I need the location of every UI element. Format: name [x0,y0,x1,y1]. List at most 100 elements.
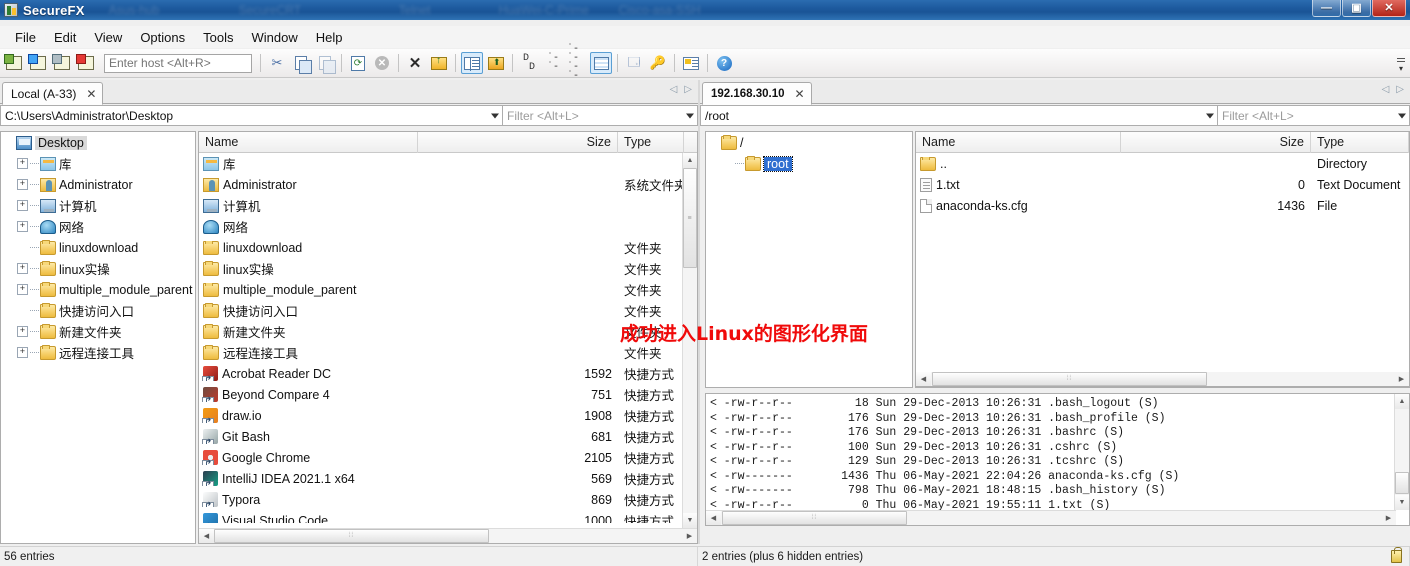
key-agent-icon[interactable]: 🔑 [647,52,669,74]
local-col-name[interactable]: Name [199,132,418,153]
file-row[interactable]: linux实操 文件夹 [199,258,684,279]
tab-remote-session[interactable]: 192.168.30.10 ✕ [702,82,812,105]
remote-tab-prev-icon[interactable]: ◁ [1382,84,1390,95]
remote-folder-tree[interactable]: / root [705,131,913,388]
toolbar-overflow-button[interactable]: ▾ [1396,53,1406,73]
file-row[interactable]: 远程连接工具 文件夹 [199,342,684,363]
transfer-queue-icon[interactable]: 🗔 [623,52,645,74]
maximize-button[interactable]: ▣ [1342,0,1371,17]
transfer-log-pane[interactable]: < -rw-r--r-- 18 Sun 29-Dec-2013 10:26:31… [705,393,1410,526]
file-row[interactable]: anaconda-ks.cfg 1436 File [916,195,1409,216]
tab-local-session[interactable]: Local (A-33) ✕ [2,82,104,105]
connect-sftp-icon[interactable] [27,52,49,74]
arrange-windows-icon[interactable] [680,52,702,74]
minimize-button[interactable]: — [1312,0,1341,17]
file-row[interactable]: IntelliJ IDEA 2021.1 x64 569 快捷方式 [199,468,684,489]
local-list-scroll-right-icon[interactable]: ▶ [682,529,697,543]
stop-transfer-icon[interactable]: ✕ [371,52,393,74]
quick-connect-icon[interactable] [3,52,25,74]
menu-item-file[interactable]: File [6,28,45,47]
file-row[interactable]: 计算机 [199,195,684,216]
file-row[interactable]: multiple_module_parent 文件夹 [199,279,684,300]
tree-node-Desktop[interactable]: Desktop [1,132,195,153]
remote-col-name[interactable]: Name [916,132,1121,153]
remote-col-size[interactable]: Size [1121,132,1311,153]
tree-expander-icon[interactable]: + [17,284,28,295]
remote-list-scroll-left-icon[interactable]: ◀ [916,372,931,386]
remote-path-chevron-down-icon[interactable] [1206,113,1214,118]
file-row[interactable]: Administrator 系统文件夹 [199,174,684,195]
tree-node-计算机[interactable]: + 计算机 [1,195,195,216]
tree-expander-icon[interactable]: + [17,347,28,358]
local-list-hscroll-thumb[interactable]: ⦙⦙ [214,529,489,543]
tree-node-新建文件夹[interactable]: + 新建文件夹 [1,321,195,342]
remote-filter-chevron-down-icon[interactable] [1398,113,1406,118]
menu-item-window[interactable]: Window [242,28,306,47]
tree-node-linuxdownload[interactable]: linuxdownload [1,237,195,258]
tab-local-close-icon[interactable]: ✕ [86,87,96,101]
file-row[interactable]: .. Directory [916,153,1409,174]
tab-remote-close-icon[interactable]: ✕ [795,87,805,101]
remote-list-scroll-right-icon[interactable]: ▶ [1394,372,1409,386]
tree-node-linux实操[interactable]: + linux实操 [1,258,195,279]
tree-node-库[interactable]: + 库 [1,153,195,174]
local-list-scroll-up-icon[interactable]: ▲ [683,153,697,168]
detail-view-icon[interactable]: ˙-˙- ˙-˙- [566,45,588,82]
list-view-icon[interactable]: ˙- ˙- [542,52,564,74]
log-scroll-right-icon[interactable]: ▶ [1381,511,1396,525]
menu-item-options[interactable]: Options [131,28,194,47]
log-scroll-up-icon[interactable]: ▲ [1395,394,1409,409]
dual-pane-icon[interactable] [461,52,483,74]
tree-node-root[interactable]: root [706,153,912,174]
tree-node-multiple_module_parent[interactable]: + multiple_module_parent [1,279,195,300]
file-row[interactable]: Google Chrome 2105 快捷方式 [199,447,684,468]
local-filter-chevron-down-icon[interactable] [686,113,694,118]
tree-node-[interactable]: / [706,132,912,153]
close-button[interactable]: ✕ [1372,0,1406,17]
tree-expander-icon[interactable]: + [17,200,28,211]
menu-item-tools[interactable]: Tools [194,28,242,47]
local-filter-combo[interactable]: Filter <Alt+L> [503,105,698,126]
local-tab-prev-icon[interactable]: ◁ [670,84,678,95]
local-path-combo[interactable]: C:\Users\Administrator\Desktop [0,105,503,126]
log-hscroll-thumb[interactable]: ⦙⦙ [722,511,907,525]
file-row[interactable]: 库 [199,153,684,174]
file-row[interactable]: linuxdownload 文件夹 [199,237,684,258]
remote-filter-combo[interactable]: Filter <Alt+L> [1218,105,1410,126]
tree-node-远程连接工具[interactable]: + 远程连接工具 [1,342,195,363]
tree-expander-icon[interactable]: + [17,221,28,232]
file-row[interactable]: 1.txt 0 Text Document [916,174,1409,195]
menu-item-help[interactable]: Help [307,28,352,47]
menu-item-edit[interactable]: Edit [45,28,85,47]
filter-view-icon[interactable] [590,52,612,74]
tree-node-快捷访问入口[interactable]: 快捷访问入口 [1,300,195,321]
tree-node-Administrator[interactable]: + Administrator [1,174,195,195]
file-row[interactable]: 快捷访问入口 文件夹 [199,300,684,321]
copy-icon[interactable] [290,52,312,74]
local-list-scroll-left-icon[interactable]: ◀ [199,529,214,543]
file-row[interactable]: 网络 [199,216,684,237]
local-col-size[interactable]: Size [418,132,618,153]
local-col-type[interactable]: Type [618,132,684,153]
cut-icon[interactable]: ✂ [266,52,288,74]
local-folder-tree[interactable]: Desktop + 库 + Administrator + 计算机 + 网络 linuxdownl… [0,131,196,544]
tree-expander-icon[interactable]: + [17,326,28,337]
tree-expander-icon[interactable]: + [17,158,28,169]
menu-item-view[interactable]: View [85,28,131,47]
file-row[interactable]: Typora 869 快捷方式 [199,489,684,510]
remote-list-hscroll-thumb[interactable]: ⦙⦙ [932,372,1207,386]
log-hscrollbar[interactable]: ◀ ⦙⦙ ▶ [706,510,1396,525]
new-folder-icon[interactable] [428,52,450,74]
log-vscrollbar[interactable]: ▲ ▼ [1394,394,1409,510]
refresh-icon[interactable]: ⟳ [347,52,369,74]
remote-col-type[interactable]: Type [1311,132,1409,153]
log-scroll-left-icon[interactable]: ◀ [706,511,721,525]
file-row[interactable]: Beyond Compare 4 751 快捷方式 [199,384,684,405]
help-icon[interactable]: ? [713,52,735,74]
local-tab-next-icon[interactable]: ▷ [684,84,692,95]
tree-node-网络[interactable]: + 网络 [1,216,195,237]
local-list-vscroll-thumb[interactable]: ≡ [683,168,697,268]
local-list-hscrollbar[interactable]: ◀ ⦙⦙ ▶ [199,528,697,543]
log-vscroll-thumb[interactable] [1395,472,1409,494]
local-list-scroll-down-icon[interactable]: ▼ [683,513,697,528]
